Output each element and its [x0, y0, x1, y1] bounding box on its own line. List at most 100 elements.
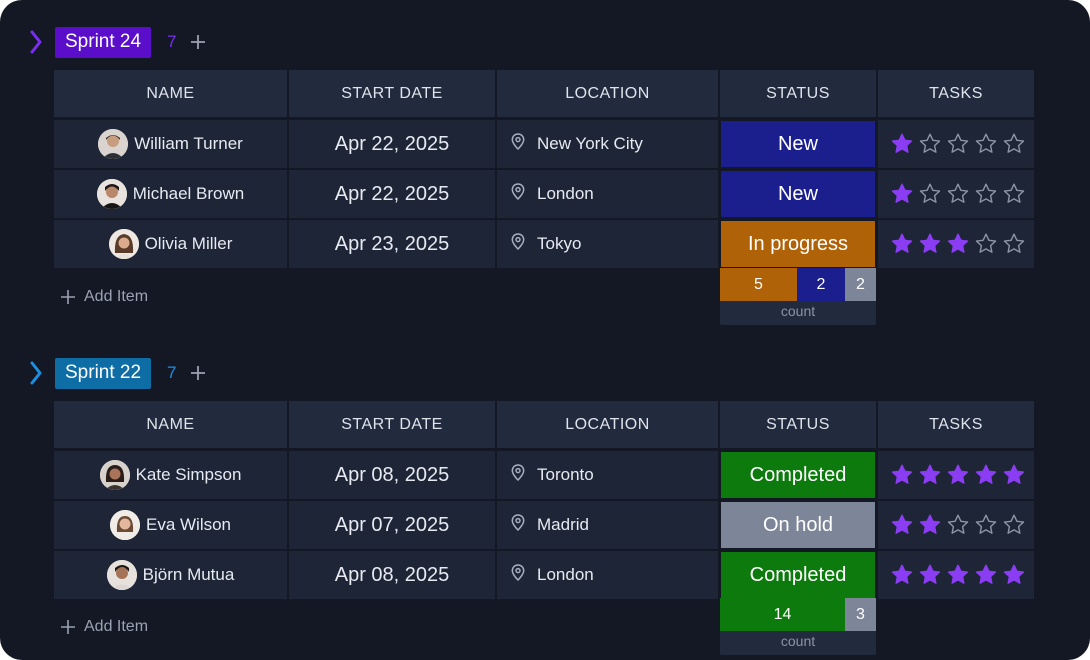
star-empty-icon[interactable]: [946, 132, 970, 156]
name-cell[interactable]: Michael Brown: [54, 170, 287, 218]
status-badge[interactable]: In progress: [720, 220, 876, 268]
date-cell[interactable]: Apr 07, 2025: [289, 501, 495, 549]
tasks-cell[interactable]: [878, 501, 1034, 549]
table-row[interactable]: William Turner Apr 22, 2025 New York Cit…: [54, 120, 1034, 169]
star-filled-icon[interactable]: [974, 463, 998, 487]
table-row[interactable]: Björn Mutua Apr 08, 2025 London Complete…: [54, 551, 1034, 600]
star-empty-icon[interactable]: [1002, 182, 1026, 206]
star-filled-icon[interactable]: [890, 563, 914, 587]
column-header-start-date[interactable]: START DATE: [289, 401, 495, 448]
star-filled-icon[interactable]: [946, 232, 970, 256]
column-header-name[interactable]: NAME: [54, 70, 287, 117]
star-filled-icon[interactable]: [890, 132, 914, 156]
add-group-icon[interactable]: [189, 33, 207, 51]
table-row[interactable]: Michael Brown Apr 22, 2025 London New: [54, 170, 1034, 219]
name-cell[interactable]: Eva Wilson: [54, 501, 287, 549]
location-cell[interactable]: New York City: [497, 120, 718, 168]
name-cell[interactable]: Björn Mutua: [54, 551, 287, 599]
star-filled-icon[interactable]: [1002, 463, 1026, 487]
star-empty-icon[interactable]: [946, 513, 970, 537]
tasks-cell[interactable]: [878, 551, 1034, 599]
location-cell[interactable]: London: [497, 551, 718, 599]
star-empty-icon[interactable]: [1002, 132, 1026, 156]
plus-icon: [61, 620, 75, 634]
status-badge[interactable]: New: [720, 120, 876, 168]
table-row[interactable]: Eva Wilson Apr 07, 2025 Madrid On hold: [54, 501, 1034, 550]
chevron-right-icon[interactable]: [26, 360, 46, 386]
column-header-tasks[interactable]: TASKS: [878, 70, 1034, 117]
add-group-icon[interactable]: [189, 364, 207, 382]
location-cell[interactable]: Toronto: [497, 451, 718, 499]
tasks-cell[interactable]: [878, 120, 1034, 168]
star-empty-icon[interactable]: [974, 182, 998, 206]
star-rating[interactable]: [890, 563, 1026, 587]
location-cell[interactable]: London: [497, 170, 718, 218]
summary-segment[interactable]: 14: [720, 598, 845, 631]
star-empty-icon[interactable]: [918, 132, 942, 156]
status-badge[interactable]: On hold: [720, 501, 876, 549]
date-cell[interactable]: Apr 08, 2025: [289, 451, 495, 499]
column-header-status[interactable]: STATUS: [720, 70, 876, 117]
star-empty-icon[interactable]: [974, 232, 998, 256]
name-cell[interactable]: Olivia Miller: [54, 220, 287, 268]
location-cell[interactable]: Tokyo: [497, 220, 718, 268]
tasks-cell[interactable]: [878, 451, 1034, 499]
star-filled-icon[interactable]: [918, 513, 942, 537]
summary-segment[interactable]: 5: [720, 268, 797, 301]
star-filled-icon[interactable]: [974, 563, 998, 587]
star-filled-icon[interactable]: [1002, 563, 1026, 587]
name-cell[interactable]: Kate Simpson: [54, 451, 287, 499]
date-cell[interactable]: Apr 23, 2025: [289, 220, 495, 268]
group-title[interactable]: Sprint 24: [55, 26, 152, 58]
status-badge[interactable]: Completed: [720, 551, 876, 599]
group-title[interactable]: Sprint 22: [55, 357, 152, 389]
column-header-name[interactable]: NAME: [54, 401, 287, 448]
summary-segment[interactable]: 2: [797, 268, 845, 301]
tasks-cell[interactable]: [878, 220, 1034, 268]
star-filled-icon[interactable]: [890, 463, 914, 487]
star-filled-icon[interactable]: [890, 513, 914, 537]
add-item-button[interactable]: Add Item: [60, 288, 148, 306]
date-cell[interactable]: Apr 22, 2025: [289, 120, 495, 168]
plus-icon: [61, 290, 75, 304]
star-empty-icon[interactable]: [918, 182, 942, 206]
date-cell[interactable]: Apr 08, 2025: [289, 551, 495, 599]
star-empty-icon[interactable]: [1002, 513, 1026, 537]
star-empty-icon[interactable]: [974, 132, 998, 156]
sprint-22-table: NAME START DATE LOCATION STATUS TASKS Ka…: [54, 401, 1034, 601]
star-rating[interactable]: [890, 132, 1026, 156]
star-filled-icon[interactable]: [918, 563, 942, 587]
star-rating[interactable]: [890, 513, 1026, 537]
star-rating[interactable]: [890, 232, 1026, 256]
star-filled-icon[interactable]: [890, 182, 914, 206]
star-filled-icon[interactable]: [946, 563, 970, 587]
star-rating[interactable]: [890, 463, 1026, 487]
column-header-tasks[interactable]: TASKS: [878, 401, 1034, 448]
star-empty-icon[interactable]: [974, 513, 998, 537]
start-date: Apr 23, 2025: [334, 232, 450, 255]
chevron-right-icon[interactable]: [26, 29, 46, 55]
column-header-location[interactable]: LOCATION: [497, 70, 718, 117]
tasks-cell[interactable]: [878, 170, 1034, 218]
table-row[interactable]: Kate Simpson Apr 08, 2025 Toronto Comple…: [54, 451, 1034, 500]
star-filled-icon[interactable]: [918, 463, 942, 487]
location-cell[interactable]: Madrid: [497, 501, 718, 549]
date-cell[interactable]: Apr 22, 2025: [289, 170, 495, 218]
summary-segment[interactable]: 2: [845, 268, 876, 301]
star-empty-icon[interactable]: [1002, 232, 1026, 256]
star-empty-icon[interactable]: [946, 182, 970, 206]
add-item-button[interactable]: Add Item: [60, 618, 148, 636]
summary-segment[interactable]: 3: [845, 598, 876, 631]
column-header-start-date[interactable]: START DATE: [289, 70, 495, 117]
name-cell[interactable]: William Turner: [54, 120, 287, 168]
status-badge[interactable]: New: [720, 170, 876, 218]
star-filled-icon[interactable]: [890, 232, 914, 256]
column-header-status[interactable]: STATUS: [720, 401, 876, 448]
status-badge[interactable]: Completed: [720, 451, 876, 499]
person-name: Kate Simpson: [135, 465, 242, 484]
star-rating[interactable]: [890, 182, 1026, 206]
star-filled-icon[interactable]: [946, 463, 970, 487]
table-row[interactable]: Olivia Miller Apr 23, 2025 Tokyo In prog…: [54, 220, 1034, 269]
star-filled-icon[interactable]: [918, 232, 942, 256]
column-header-location[interactable]: LOCATION: [497, 401, 718, 448]
